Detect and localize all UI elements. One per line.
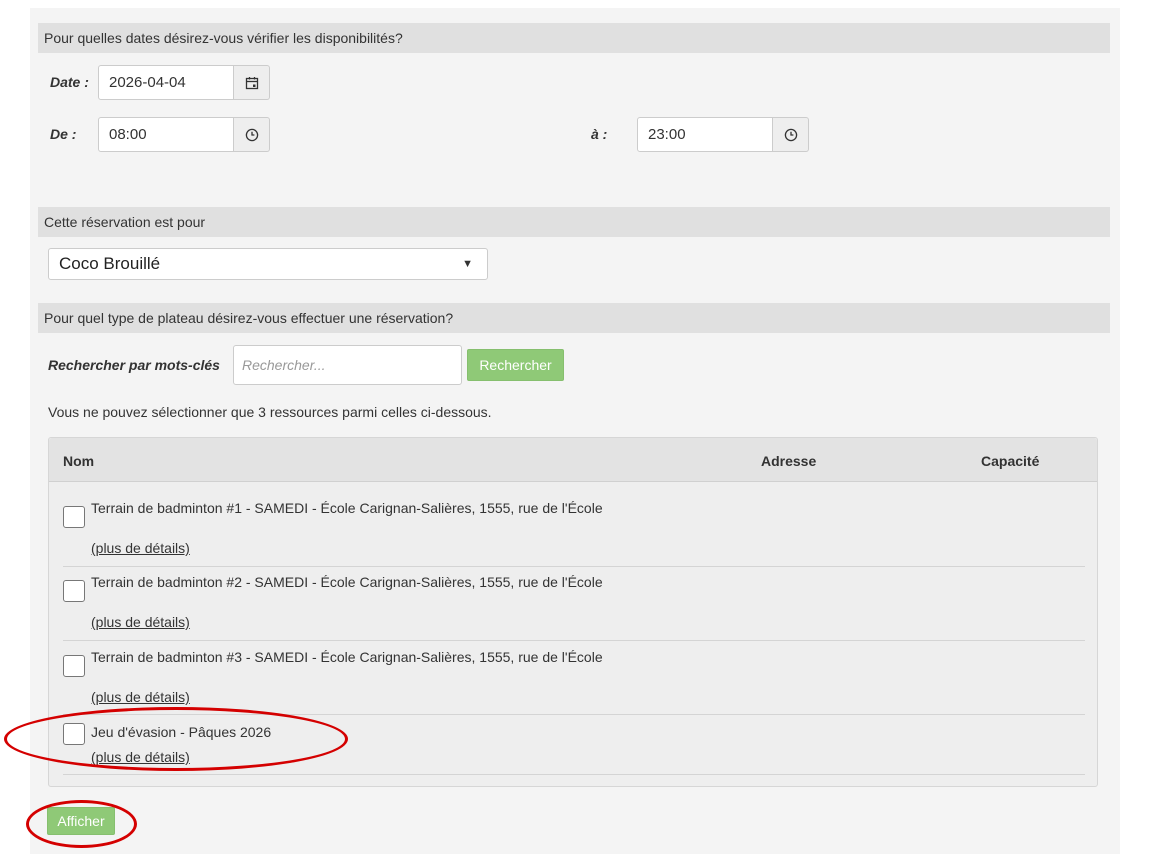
search-label: Rechercher par mots-clés (48, 357, 220, 373)
column-header-adresse: Adresse (761, 453, 817, 469)
clock-icon (784, 128, 797, 141)
table-row: Terrain de badminton #2 - SAMEDI - École… (63, 567, 1085, 641)
date-input-group: 2026-04-04 (98, 65, 270, 100)
plateau-section-header: Pour quel type de plateau désirez-vous e… (38, 303, 1110, 333)
to-time-input-group: 23:00 (637, 117, 809, 152)
resource-name: Terrain de badminton #2 - SAMEDI - École… (91, 574, 603, 590)
person-select-value: Coco Brouillé (59, 254, 161, 273)
search-input[interactable] (233, 345, 462, 385)
resource-name: Terrain de badminton #1 - SAMEDI - École… (91, 500, 603, 516)
date-input[interactable]: 2026-04-04 (98, 65, 234, 100)
resources-table: Nom Adresse Capacité Terrain de badminto… (48, 437, 1098, 787)
resource-checkbox[interactable] (63, 723, 85, 745)
to-time-input[interactable]: 23:00 (637, 117, 773, 152)
details-link[interactable]: (plus de détails) (91, 614, 190, 630)
resource-checkbox[interactable] (63, 506, 85, 528)
resource-checkbox[interactable] (63, 655, 85, 677)
selection-limit-text: Vous ne pouvez sélectionner que 3 ressou… (48, 404, 492, 420)
from-time-input-group: 08:00 (98, 117, 270, 152)
to-time-picker-button[interactable] (773, 117, 809, 152)
show-button[interactable]: Afficher (47, 807, 115, 835)
table-header: Nom Adresse Capacité (49, 438, 1097, 482)
from-time-input[interactable]: 08:00 (98, 117, 234, 152)
clock-icon (245, 128, 258, 141)
date-picker-button[interactable] (234, 65, 270, 100)
from-label: De : (50, 126, 77, 142)
dates-section-header: Pour quelles dates désirez-vous vérifier… (38, 23, 1110, 53)
details-link[interactable]: (plus de détails) (91, 540, 190, 556)
details-link[interactable]: (plus de détails) (91, 689, 190, 705)
table-row: Jeu d'évasion - Pâques 2026 (plus de dét… (63, 715, 1085, 775)
caret-down-icon: ▼ (462, 258, 473, 270)
table-row: Terrain de badminton #1 - SAMEDI - École… (63, 494, 1085, 567)
search-button[interactable]: Rechercher (467, 349, 564, 381)
from-time-picker-button[interactable] (234, 117, 270, 152)
to-label-text: à : (591, 126, 608, 142)
column-header-capacite: Capacité (981, 453, 1040, 469)
reservation-section-header: Cette réservation est pour (38, 207, 1110, 237)
resource-checkbox[interactable] (63, 580, 85, 602)
calendar-icon (245, 76, 258, 89)
date-label: Date : (50, 74, 89, 90)
column-header-nom: Nom (63, 453, 95, 469)
table-row: Terrain de badminton #3 - SAMEDI - École… (63, 641, 1085, 715)
person-select[interactable]: Coco Brouillé ▼ (48, 248, 488, 280)
resource-name: Terrain de badminton #3 - SAMEDI - École… (91, 649, 603, 665)
details-link[interactable]: (plus de détails) (91, 749, 190, 765)
resource-name: Jeu d'évasion - Pâques 2026 (91, 724, 272, 740)
